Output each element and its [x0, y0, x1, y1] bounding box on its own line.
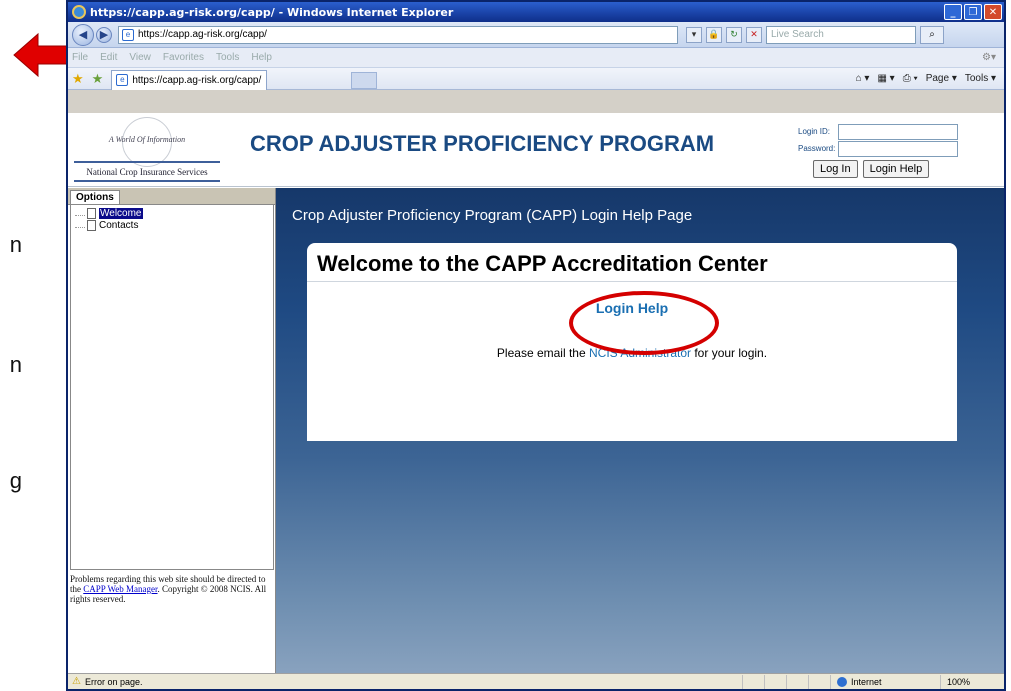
slide-text-fragment: n	[9, 352, 22, 377]
welcome-panel: Welcome to the CAPP Accreditation Center…	[307, 243, 957, 441]
security-zone[interactable]: Internet	[830, 674, 940, 689]
zoom-control[interactable]: 100%	[940, 674, 1004, 689]
menu-view[interactable]: View	[129, 52, 151, 63]
sidebar: Options Welcome Contacts Problems regard…	[68, 188, 276, 677]
page-favicon-icon: e	[122, 28, 134, 41]
tab-title: https://capp.ag-risk.org/capp/	[132, 74, 262, 86]
options-tree: Welcome Contacts	[70, 205, 274, 570]
tree-item-label: Welcome	[99, 207, 143, 219]
page-menu[interactable]: Page ▾	[926, 73, 957, 84]
panel-title: Welcome to the CAPP Accreditation Center	[307, 243, 957, 282]
tools-menu[interactable]: Tools ▾	[965, 73, 996, 84]
window-title: https://capp.ag-risk.org/capp/ - Windows…	[90, 5, 454, 19]
screenshot: n n g https://capp.ag-risk.org/capp/ - W…	[0, 0, 1011, 691]
feeds-icon[interactable]: ▦ ▾	[877, 73, 894, 84]
menu-favorites[interactable]: Favorites	[163, 52, 204, 63]
settings-gear-icon[interactable]: ⚙▾	[982, 52, 996, 63]
browser-tab[interactable]: e https://capp.ag-risk.org/capp/	[111, 69, 268, 90]
menu-bar: File Edit View Favorites Tools Help ⚙▾	[68, 48, 1004, 68]
title-bar: https://capp.ag-risk.org/capp/ - Windows…	[68, 2, 1004, 22]
back-button[interactable]: ◀	[72, 23, 94, 46]
status-bar: ⚠ Error on page. Internet 100%	[68, 673, 1004, 689]
tab-favicon-icon: e	[116, 74, 129, 86]
zone-label: Internet	[851, 676, 882, 687]
new-tab-button[interactable]	[351, 72, 378, 89]
login-form: Login ID: Password: Log In Login Help	[798, 123, 958, 178]
site-header: A World Of Information National Crop Ins…	[68, 113, 1004, 187]
document-icon	[87, 207, 96, 219]
red-circle-annotation	[569, 291, 719, 355]
internet-globe-icon	[837, 676, 847, 687]
menu-edit[interactable]: Edit	[100, 52, 117, 63]
browser-window: https://capp.ag-risk.org/capp/ - Windows…	[66, 0, 1006, 691]
search-button[interactable]: ⌕	[920, 25, 944, 44]
print-icon[interactable]: ⎙ ▾	[903, 73, 918, 84]
zoom-label: 100%	[947, 676, 971, 687]
address-dropdown-button[interactable]: ▾	[686, 26, 702, 43]
command-bar: ⌂ ▾ ▦ ▾ ⎙ ▾ Page ▾ Tools ▾	[856, 73, 1004, 84]
sidebar-tabs: Options	[68, 188, 275, 205]
web-page: A World Of Information National Crop Ins…	[68, 113, 1004, 677]
password-label: Password:	[798, 144, 836, 153]
logo-tagline: A World Of Information	[108, 135, 186, 144]
tree-item-contacts[interactable]: Contacts	[75, 219, 269, 231]
slide-text-fragment: n	[9, 232, 22, 257]
address-toolbar: ◀ ▶ e https://capp.ag-risk.org/capp/ ▾ 🔒…	[68, 22, 1004, 48]
main-content: Crop Adjuster Proficiency Program (CAPP)…	[276, 188, 1004, 677]
password-input[interactable]	[838, 140, 958, 157]
address-text: https://capp.ag-risk.org/capp/	[138, 29, 267, 40]
menu-file[interactable]: File	[72, 52, 88, 63]
slide-text-fragment: g	[9, 468, 22, 493]
refresh-button[interactable]: ↻	[726, 26, 742, 43]
logo-rule	[74, 161, 220, 163]
home-icon[interactable]: ⌂ ▾	[856, 73, 870, 84]
add-favorite-icon[interactable]: ★	[92, 71, 104, 87]
sidebar-footer: Problems regarding this web site should …	[70, 574, 267, 604]
page-heading: Crop Adjuster Proficiency Program (CAPP)…	[292, 207, 693, 224]
lock-icon[interactable]: 🔒	[706, 26, 722, 43]
status-message[interactable]: Error on page.	[85, 677, 375, 687]
favorites-tab-bar: ★ ★ e https://capp.ag-risk.org/capp/ ⌂ ▾…	[68, 68, 1004, 90]
ncis-logo: A World Of Information National Crop Ins…	[72, 117, 222, 182]
address-bar[interactable]: e https://capp.ag-risk.org/capp/	[118, 25, 678, 44]
tree-item-welcome[interactable]: Welcome	[75, 207, 269, 219]
document-icon	[87, 219, 96, 231]
logo-rule	[74, 180, 220, 182]
login-help-button[interactable]: Login Help	[862, 160, 930, 178]
ie-logo-icon	[72, 5, 86, 19]
web-manager-link[interactable]: CAPP Web Manager	[83, 584, 157, 594]
close-button[interactable]: ✕	[984, 4, 1002, 20]
search-input[interactable]: Live Search	[766, 25, 916, 44]
program-title: CROP ADJUSTER PROFICIENCY PROGRAM	[250, 131, 715, 156]
login-id-input[interactable]	[838, 123, 958, 140]
logo-name: National Crop Insurance Services	[86, 167, 208, 177]
tab-options[interactable]: Options	[70, 190, 120, 204]
stop-button[interactable]: ✕	[746, 26, 762, 43]
log-in-button[interactable]: Log In	[813, 160, 858, 178]
favorites-star-icon[interactable]: ★	[72, 71, 84, 87]
warning-icon[interactable]: ⚠	[72, 676, 81, 687]
tree-item-label: Contacts	[99, 219, 139, 231]
menu-help[interactable]: Help	[251, 52, 272, 63]
page-body: Options Welcome Contacts Problems regard…	[68, 188, 1004, 677]
maximize-button[interactable]: ❐	[964, 4, 982, 20]
forward-button[interactable]: ▶	[96, 26, 112, 43]
menu-tools[interactable]: Tools	[216, 52, 239, 63]
minimize-button[interactable]: _	[944, 4, 962, 20]
login-id-label: Login ID:	[798, 127, 831, 136]
